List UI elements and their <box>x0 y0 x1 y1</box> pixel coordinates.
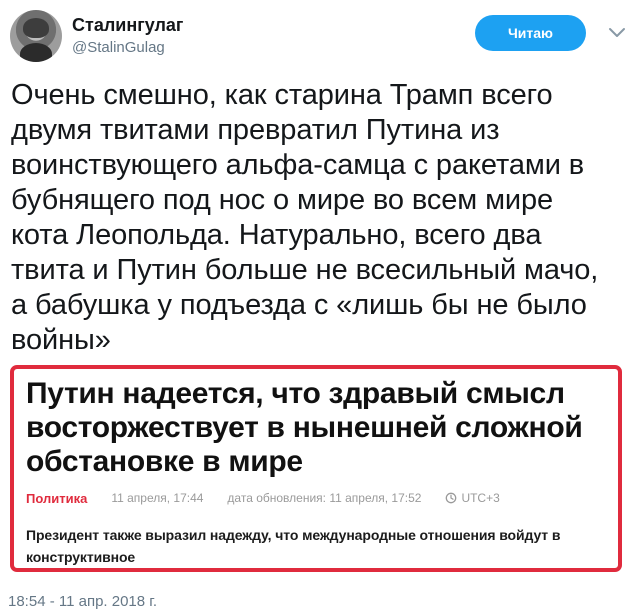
chevron-down-icon[interactable] <box>608 27 626 39</box>
display-name[interactable]: Сталингулаг <box>72 14 183 36</box>
news-date: 11 апреля, 17:44 <box>111 491 204 505</box>
news-screenshot-card[interactable]: Путин надеется, что здравый смысл востор… <box>10 365 622 572</box>
user-handle[interactable]: @StalinGulag <box>72 38 183 58</box>
tweet-header: Сталингулаг @StalinGulag Читаю <box>10 10 628 66</box>
news-timezone: UTC+3 <box>445 491 500 505</box>
user-avatar-icon[interactable] <box>10 10 62 62</box>
news-meta: Политика 11 апреля, 17:44 дата обновлени… <box>26 489 500 507</box>
news-updated-date: дата обновления: 11 апреля, 17:52 <box>227 491 422 505</box>
user-names: Сталингулаг @StalinGulag <box>72 14 183 58</box>
timezone-label: UTC+3 <box>461 491 500 505</box>
news-body: Президент также выразил надежду, что меж… <box>26 527 561 565</box>
tweet-card: Сталингулаг @StalinGulag Читаю Очень сме… <box>0 0 638 614</box>
follow-button[interactable]: Читаю <box>475 15 586 51</box>
tweet-text: Очень смешно, как старина Трамп всего дв… <box>11 79 599 356</box>
news-headline: Путин надеется, что здравый смысл востор… <box>26 377 583 478</box>
clock-icon <box>446 492 457 504</box>
news-category[interactable]: Политика <box>26 491 87 506</box>
tweet-timestamp[interactable]: 18:54 - 11 апр. 2018 г. <box>8 592 157 612</box>
